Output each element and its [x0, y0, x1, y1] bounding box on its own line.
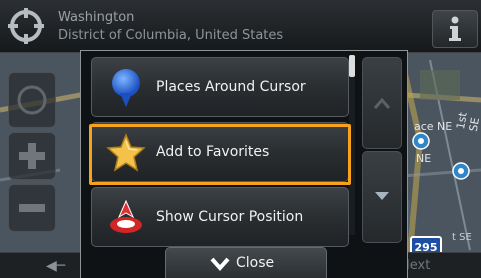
- poi-icon: [412, 132, 430, 150]
- map-pin-icon: [112, 69, 140, 107]
- map-street-label: t SE: [452, 232, 472, 243]
- location-city: Washington: [58, 10, 135, 25]
- chevron-up-icon: [373, 97, 391, 109]
- menu-item-show-cursor-position[interactable]: Show Cursor Position: [91, 187, 349, 247]
- pan-icon: [17, 85, 47, 115]
- scroll-up-button[interactable]: [362, 57, 402, 149]
- info-icon: [449, 16, 461, 41]
- minus-icon: [19, 204, 45, 212]
- map-street-label: 1st SE: [454, 111, 481, 133]
- close-button[interactable]: Close: [165, 247, 327, 278]
- menu-item-places-around-cursor[interactable]: Places Around Cursor: [91, 57, 349, 117]
- cursor-locate-button[interactable]: [6, 6, 46, 46]
- cursor-position-icon: [110, 199, 142, 233]
- zoom-in-button[interactable]: [8, 132, 56, 180]
- highlight-frame: [89, 124, 351, 185]
- poi-icon: [452, 162, 470, 180]
- scrollbar-thumb[interactable]: [349, 55, 355, 77]
- location-region: District of Columbia, United States: [58, 28, 284, 43]
- plus-icon: [19, 143, 45, 169]
- menu-item-label: Show Cursor Position: [156, 209, 304, 225]
- info-button[interactable]: [432, 10, 478, 48]
- zoom-out-button[interactable]: [8, 184, 56, 232]
- back-arrow-icon[interactable]: ◀─: [46, 258, 65, 274]
- menu-item-label: Places Around Cursor: [156, 79, 306, 95]
- chevron-down-icon: [210, 257, 230, 272]
- chevron-down-icon: [375, 192, 389, 200]
- map-pan-control[interactable]: [8, 72, 56, 128]
- map-street-label: NE: [416, 152, 432, 165]
- navigation-screen: ace NE NE 1st SE t SE 295 Washington Dis…: [0, 0, 481, 278]
- scroll-down-button[interactable]: [362, 151, 402, 243]
- close-button-label: Close: [236, 255, 275, 271]
- crosshair-icon: [8, 8, 44, 44]
- location-header: Washington District of Columbia, United …: [0, 0, 481, 53]
